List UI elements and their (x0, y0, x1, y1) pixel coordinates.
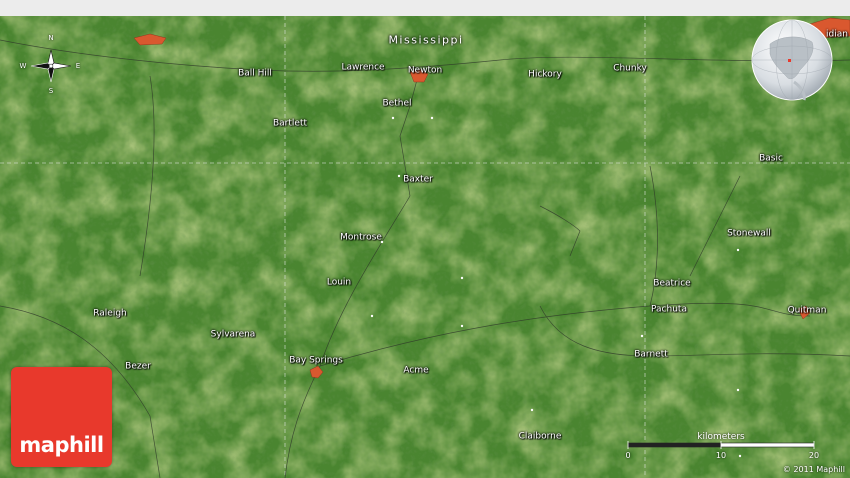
maphill-logo[interactable]: maphill (11, 367, 112, 467)
compass-east-label: E (75, 62, 81, 70)
place-label[interactable]: Bay Springs (289, 356, 343, 366)
scale-title: kilometers (697, 432, 745, 442)
place-label[interactable]: Montrose (340, 233, 382, 243)
locator-globe (751, 19, 833, 101)
place-label[interactable]: Baxter (403, 175, 433, 185)
place-label[interactable]: Hickory (528, 70, 562, 80)
top-border (0, 0, 850, 16)
locator-marker (788, 59, 791, 62)
place-label[interactable]: Raleigh (93, 309, 127, 319)
place-label[interactable]: Bartlett (273, 119, 307, 129)
state-label: Mississippi (388, 33, 464, 47)
place-label[interactable]: Louin (327, 278, 351, 288)
terrain-grain (0, 16, 850, 478)
copyright-notice: © 2011 Maphill (782, 465, 845, 474)
place-label[interactable]: Basic (759, 154, 783, 164)
place-label[interactable]: Sylvarena (211, 330, 256, 340)
scale-tick-label: 10 (715, 451, 727, 460)
place-label[interactable]: Quitman (788, 306, 827, 316)
place-label[interactable]: Chunky (613, 64, 647, 74)
scale-tick-label: 0 (625, 451, 631, 460)
terrain-layer (0, 16, 850, 478)
place-label[interactable]: Stonewall (727, 229, 771, 239)
place-label[interactable]: Bezer (125, 362, 151, 372)
place-label[interactable]: Claiborne (519, 432, 562, 442)
scale-tick-label: 20 (808, 451, 820, 460)
place-label[interactable]: Ball Hill (238, 69, 272, 79)
place-label[interactable]: idian (826, 30, 848, 40)
place-label[interactable]: Lawrence (341, 63, 384, 73)
logo-text: maphill (19, 433, 104, 457)
map-view[interactable]: N S E W Mississippi Ball Hill Lawrence N… (0, 0, 850, 478)
place-label[interactable]: Beatrice (653, 279, 690, 289)
place-label[interactable]: Bethel (383, 99, 412, 109)
compass-north-label: N (48, 34, 54, 42)
place-label[interactable]: Barnett (634, 350, 668, 360)
place-label[interactable]: Newton (408, 66, 442, 76)
place-label[interactable]: Acme (403, 366, 428, 376)
compass-west-label: W (19, 62, 27, 70)
compass-south-label: S (48, 87, 54, 95)
place-label[interactable]: Pachuta (651, 305, 687, 315)
